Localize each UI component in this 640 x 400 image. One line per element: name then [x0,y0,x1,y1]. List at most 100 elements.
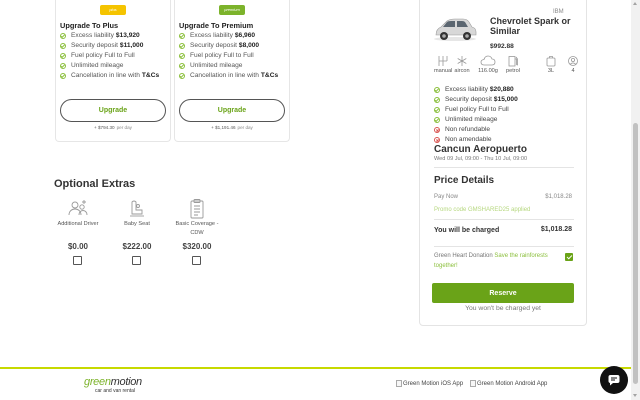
car-image [434,18,477,41]
divider [434,167,574,168]
basic-coverage-checkbox[interactable] [192,256,201,265]
plan-feature: Security deposit $8,000 [179,41,278,51]
scrollbar-thumb[interactable] [633,123,638,384]
terms-link[interactable]: T&Cs [261,71,278,81]
included-features: Excess liability $20,880 Security deposit… [434,85,518,145]
plan-feature: Excess liability $6,960 [179,31,278,41]
green-motion-logo[interactable]: greenmotion car and van rental [84,376,180,394]
pickup-location: Cancun Aeropuerto [434,144,527,155]
feature-item: Fuel policy Full to Full [434,105,518,115]
extra-price: $222.00 [122,242,152,251]
cross-icon [434,127,440,133]
plan-title: Upgrade To Premium [179,21,254,30]
chat-icon [608,375,620,386]
baby-seat-checkbox[interactable] [132,256,141,265]
donation-text: Green Heart Donation Save the rainforest… [434,253,548,269]
check-icon [60,63,66,69]
extras-title: Optional Extras [54,178,136,190]
rental-dates: Wed 09 Jul, 09:00 - Thu 10 Jul, 09:00 [434,156,528,162]
plan-features: Excess liability $6,960 Security deposit $… [179,31,278,81]
spec-seats: 4 [566,55,580,74]
clipboard-icon [190,199,204,219]
check-icon [60,33,66,39]
spec-transmission: manual [434,55,452,74]
plan-features: Excess liability $13,920 Security deposit… [60,31,159,81]
charged-label: You will be charged [434,227,500,234]
scroll-up-icon[interactable] [633,2,637,5]
check-icon [434,87,440,93]
pay-now-label: Pay Now [434,194,459,200]
plan-feature: Cancellation in line with T&Cs [60,71,159,81]
add-driver-icon [68,200,88,216]
feature-item: Non refundable [434,125,518,135]
upgrade-premium-button[interactable]: Upgrade [179,99,285,122]
car-code: IBM [553,9,564,15]
car-price: $992.88 [490,43,514,50]
extra-price: $0.00 [67,242,89,251]
premium-badge: premium [219,5,245,15]
spec-fuel: petrol [502,55,524,74]
no-charge-note: You won't be charged yet [465,305,541,312]
feature-item: Unlimited mileage [434,115,518,125]
broken-image-icon [396,380,402,387]
plan-title: Upgrade To Plus [60,21,119,30]
feature-item: Security deposit $15,000 [434,95,518,105]
check-icon [179,63,185,69]
plan-feature: Unlimited mileage [60,61,159,71]
check-icon [179,53,185,59]
extra-price: $320.00 [182,242,212,251]
check-icon [60,53,66,59]
additional-driver-checkbox[interactable] [73,256,82,265]
check-icon [434,97,440,103]
plan-feature: Excess liability $13,920 [60,31,159,41]
extra-basic-coverage: Basic Coverage - CDW $320.00 [169,198,225,265]
extra-baby-seat: Baby Seat $222.00 [109,198,165,265]
reserve-button[interactable]: Reserve [432,283,574,303]
footer: greenmotion car and van rental Green Mot… [0,369,631,400]
check-icon [60,73,66,79]
chat-button[interactable] [600,366,628,394]
divider [434,246,574,247]
check-icon [179,33,185,39]
donation-checkbox[interactable] [565,253,573,261]
check-icon [434,117,440,123]
android-app-link[interactable]: Green Motion Android App [470,380,547,387]
extra-label: Basic Coverage - CDW [175,221,219,236]
spec-aircon: aircon [452,55,472,74]
cross-icon [434,137,440,143]
check-icon [179,43,185,49]
co2-cloud-icon [480,55,496,66]
plan-feature: Cancellation in line with T&Cs [179,71,278,81]
check-icon [60,43,66,49]
extra-label: Baby Seat [124,221,150,227]
plan-price: + $1,191.46 per day [211,125,253,130]
feature-item: Excess liability $20,880 [434,85,518,95]
plan-card-premium: premium Upgrade To Premium Excess liabil… [174,0,290,142]
promo-applied: Promo code GMSHARED25 applied [434,207,531,213]
broken-image-icon [470,380,476,387]
plus-badge: plus [100,5,126,15]
spec-luggage: 3L [544,55,558,74]
divider [434,219,574,220]
scrollbar[interactable] [631,0,640,400]
scroll-down-icon[interactable] [633,394,637,397]
upgrade-plus-button[interactable]: Upgrade [60,99,166,122]
extra-label: Additional Driver [57,221,99,227]
gearbox-icon [438,56,448,66]
check-icon [434,107,440,113]
terms-link[interactable]: T&Cs [142,71,159,81]
spec-emissions: 116.00g [474,55,502,74]
plan-price: + $794.30 per day [94,125,132,130]
booking-summary: IBM Chevrolet Spark or Similar $992.88 m… [419,0,587,326]
ios-app-link[interactable]: Green Motion iOS App [396,380,463,387]
plan-feature: Unlimited mileage [179,61,278,71]
check-icon [179,73,185,79]
plan-feature: Fuel policy Full to Full [179,51,278,61]
fuel-icon [508,56,518,67]
seats-icon [568,56,578,66]
charged-value: $1,018.28 [540,226,572,233]
luggage-icon [546,56,556,67]
snowflake-icon [457,56,467,66]
plan-feature: Security deposit $11,000 [60,41,159,51]
baby-seat-icon [130,200,144,217]
